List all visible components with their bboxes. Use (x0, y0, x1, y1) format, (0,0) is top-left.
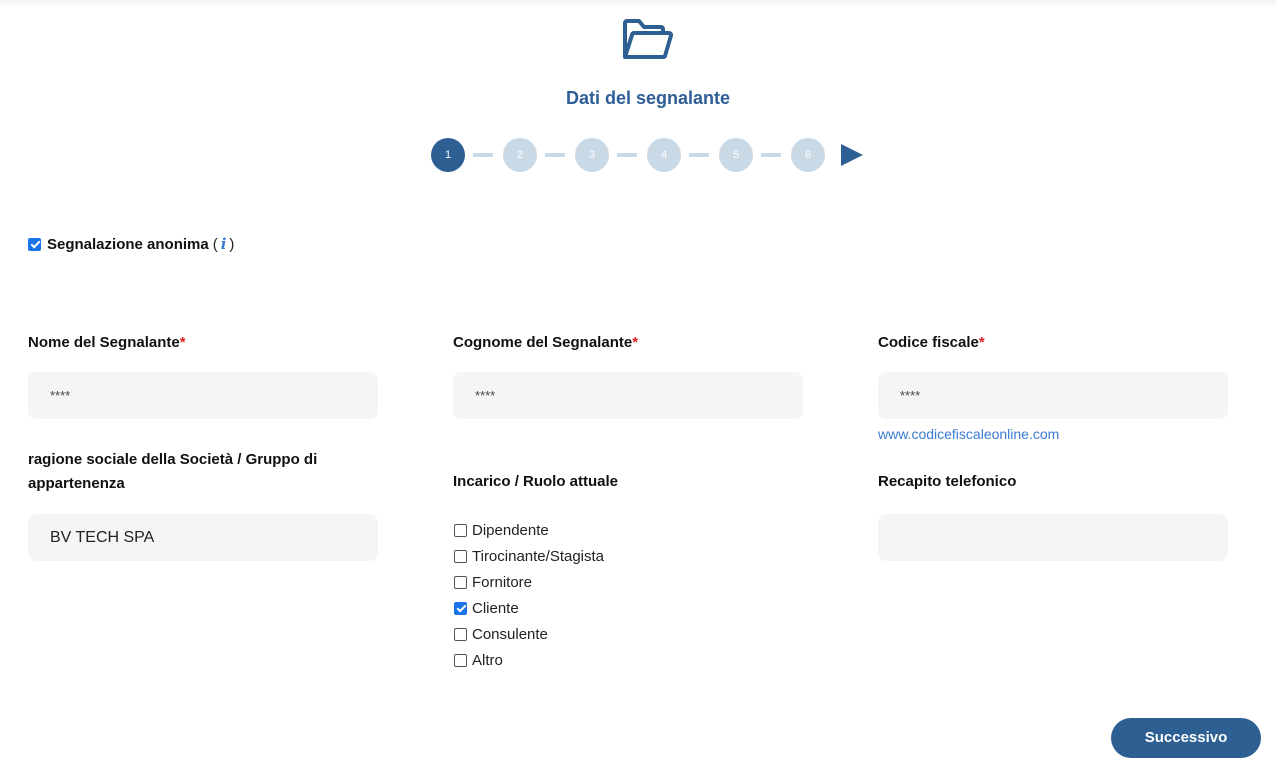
cognome-label: Cognome del Segnalante* (453, 334, 639, 351)
recapito-label: Recapito telefonico (878, 473, 1017, 490)
role-option-dipendente[interactable]: Dipendente (454, 517, 604, 543)
ragione-sociale-field[interactable]: BV TECH SPA (28, 514, 378, 561)
step-1[interactable]: 1 (431, 138, 465, 172)
step-4[interactable]: 4 (647, 138, 681, 172)
nome-label: Nome del Segnalante* (28, 334, 186, 351)
ruolo-label: Incarico / Ruolo attuale (453, 473, 619, 490)
step-3[interactable]: 3 (575, 138, 609, 172)
step-2[interactable]: 2 (503, 138, 537, 172)
step-connector (545, 153, 565, 157)
step-connector (473, 153, 493, 157)
role-checkbox[interactable] (454, 627, 467, 641)
open-paren: ( (212, 235, 218, 253)
role-label: Altro (472, 651, 503, 669)
role-option-consulente[interactable]: Consulente (454, 621, 604, 647)
required-marker: * (978, 334, 985, 351)
anonymous-toggle[interactable]: Segnalazione anonima ( i ) (28, 235, 234, 253)
role-list: Dipendente Tirocinante/Stagista Fornitor… (454, 517, 604, 673)
role-checkbox[interactable] (454, 549, 467, 563)
next-button[interactable]: Successivo (1111, 718, 1261, 758)
role-label: Cliente (472, 599, 519, 617)
required-marker: * (632, 334, 639, 351)
role-label: Consulente (472, 625, 548, 643)
role-checkbox[interactable] (454, 601, 467, 615)
step-connector (617, 153, 637, 157)
role-checkbox[interactable] (454, 653, 467, 667)
role-label: Fornitore (472, 573, 533, 591)
page-title: Dati del segnalante (565, 88, 731, 108)
anonymous-checkbox[interactable] (28, 237, 41, 251)
info-icon[interactable]: i (221, 235, 227, 253)
step-5[interactable]: 5 (719, 138, 753, 172)
step-connector (761, 153, 781, 157)
play-icon[interactable] (841, 144, 863, 166)
role-checkbox[interactable] (454, 523, 467, 537)
close-paren: ) (229, 235, 235, 253)
cognome-field[interactable]: **** (453, 372, 803, 419)
role-option-altro[interactable]: Altro (454, 647, 604, 673)
codice-fiscale-field[interactable]: **** (878, 372, 1228, 419)
role-label: Tirocinante/Stagista (472, 547, 605, 565)
ragione-sociale-label: ragione sociale della Società / Gruppo d… (28, 451, 318, 492)
nome-field[interactable]: **** (28, 372, 378, 419)
role-option-fornitore[interactable]: Fornitore (454, 569, 604, 595)
codice-fiscale-label: Codice fiscale* (878, 334, 985, 351)
required-marker: * (179, 334, 186, 351)
role-option-tirocinante[interactable]: Tirocinante/Stagista (454, 543, 604, 569)
step-6[interactable]: 6 (791, 138, 825, 172)
step-connector (689, 153, 709, 157)
codice-fiscale-link[interactable]: www.codicefiscaleonline.com (878, 426, 1059, 442)
anonymous-label: Segnalazione anonima (47, 235, 209, 253)
role-option-cliente[interactable]: Cliente (454, 595, 604, 621)
role-label: Dipendente (472, 521, 549, 539)
recapito-field[interactable] (878, 514, 1228, 561)
top-divider (0, 0, 1276, 8)
folder-icon (623, 19, 673, 59)
role-checkbox[interactable] (454, 575, 467, 589)
